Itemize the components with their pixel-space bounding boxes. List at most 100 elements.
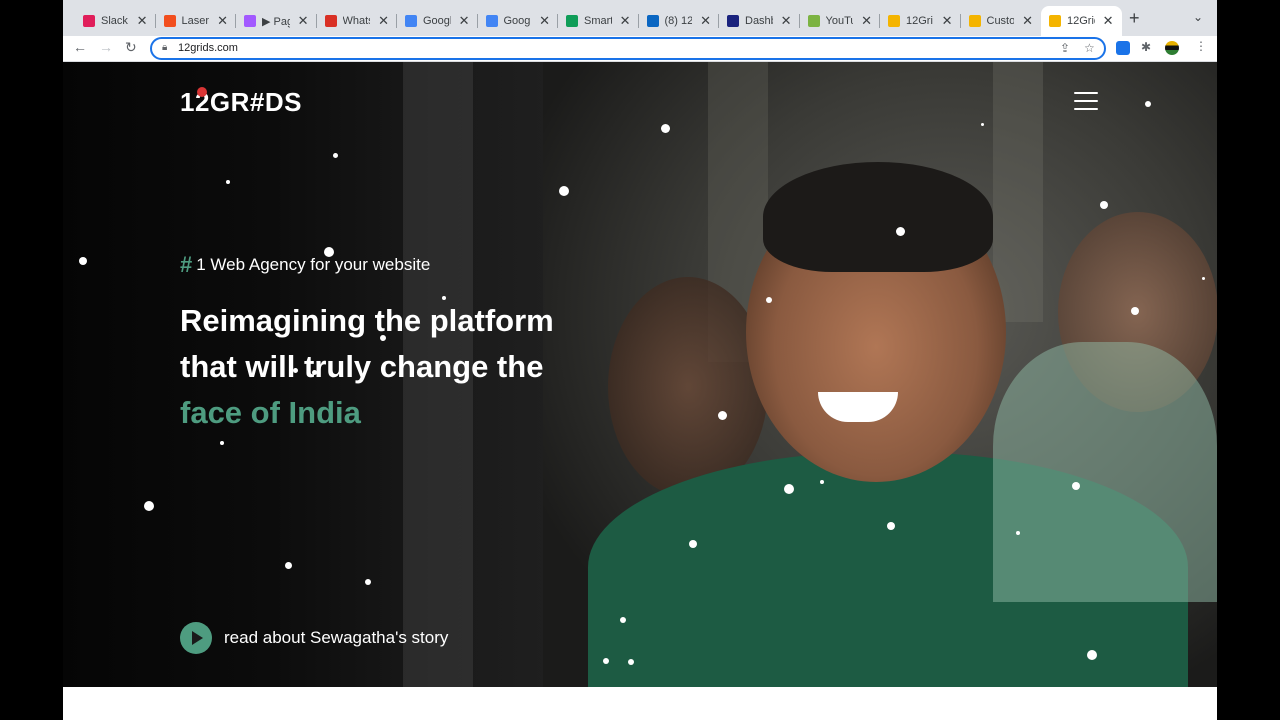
forward-arrow-icon[interactable]: →	[99, 39, 113, 55]
browser-tab[interactable]: Dashb ✕	[719, 6, 800, 36]
child-shirt-right	[993, 342, 1217, 602]
tab-label: (8) 12	[664, 15, 693, 27]
browser-toolbar: ← → ↻ 🔒︎ 12grids.com ⇪ ☆ ✱ ⋮	[63, 36, 1217, 62]
alert-icon	[324, 15, 337, 27]
browser-tab[interactable]: 12Grid ✕	[1041, 6, 1122, 36]
browser-tab[interactable]: Whats ✕	[317, 6, 397, 36]
kebab-menu-icon[interactable]: ⋮	[1195, 39, 1207, 53]
hash-icon: #	[180, 252, 193, 277]
snowflake	[333, 153, 338, 158]
url-text[interactable]: 12grids.com	[178, 42, 238, 54]
snowflake	[896, 227, 905, 236]
share-icon[interactable]: ⇪	[1060, 41, 1070, 55]
close-tab-icon[interactable]: ✕	[620, 13, 631, 29]
close-tab-icon[interactable]: ✕	[1022, 13, 1033, 29]
page-below-fold	[63, 687, 1217, 720]
snowflake	[324, 247, 334, 257]
snowflake	[144, 501, 154, 511]
tab-label: Googl	[423, 15, 451, 27]
browser-tab[interactable]: (8) 12 ✕	[639, 6, 719, 36]
story-link-text[interactable]: read about Sewagatha's story	[224, 628, 448, 648]
close-tab-icon[interactable]: ✕	[861, 13, 872, 29]
close-tab-icon[interactable]: ✕	[781, 13, 792, 29]
tab-label: Custo	[986, 15, 1015, 27]
snowflake	[887, 522, 895, 530]
google-icon	[405, 15, 417, 27]
google-icon	[485, 15, 498, 27]
puzzle-extensions-icon[interactable]: ✱	[1141, 40, 1151, 54]
linkedin-icon	[646, 15, 659, 27]
dashboard-icon	[727, 15, 739, 27]
snowflake	[312, 370, 317, 375]
avatar[interactable]	[1165, 41, 1179, 55]
close-tab-icon[interactable]: ✕	[942, 13, 953, 29]
child-hair	[763, 162, 993, 272]
browser-tab[interactable]: Laser ✕	[156, 6, 236, 36]
snowflake	[1087, 650, 1097, 660]
close-tab-icon[interactable]: ✕	[137, 13, 148, 29]
browser-tab[interactable]: 12Gri ✕	[880, 6, 961, 36]
close-tab-icon[interactable]: ✕	[378, 13, 389, 29]
reload-icon[interactable]: ↻	[125, 39, 137, 56]
12grids-icon	[968, 15, 981, 27]
snowflake	[718, 411, 727, 420]
browser-tab[interactable]: ▶ Pag ✕	[236, 6, 317, 36]
close-tab-icon[interactable]: ✕	[459, 13, 470, 29]
snowflake	[293, 368, 298, 373]
snowflake	[1072, 482, 1080, 490]
tab-label: Googl	[503, 15, 532, 27]
figma-icon	[244, 15, 256, 27]
browser-tab[interactable]: Googl ✕	[478, 6, 558, 36]
hamburger-menu-icon[interactable]	[1074, 92, 1098, 112]
bookmark-star-icon[interactable]: ☆	[1084, 41, 1095, 55]
snowflake	[1100, 201, 1108, 209]
story-link[interactable]: read about Sewagatha's story	[180, 622, 448, 654]
address-bar[interactable]: 🔒︎ 12grids.com ⇪ ☆	[150, 37, 1106, 60]
slack-icon	[83, 15, 95, 27]
sheets-icon	[566, 15, 578, 27]
browser-tab[interactable]: Smart ✕	[558, 6, 639, 36]
browser-tab[interactable]: Custo ✕	[961, 6, 1042, 36]
back-arrow-icon[interactable]: ←	[73, 39, 87, 55]
new-tab-button[interactable]: +	[1129, 8, 1140, 29]
snowflake	[285, 562, 292, 569]
browser-tab[interactable]: Slack | ✕	[75, 6, 156, 36]
tab-label: YouTu	[825, 15, 854, 27]
tab-label: ▶ Pag	[262, 15, 290, 28]
12grids-icon	[1049, 15, 1061, 27]
site-logo[interactable]: 12GR#DS	[180, 87, 302, 118]
youtube-icon	[807, 15, 820, 27]
tagline: # 1 Web Agency for your website	[180, 252, 430, 278]
lock-icon[interactable]: 🔒︎	[162, 42, 167, 53]
tab-label: Slack |	[101, 15, 129, 27]
tagline-text: 1 Web Agency for your website	[196, 255, 431, 274]
snowflake	[620, 617, 626, 623]
headline-line-2: that will truly change the	[180, 349, 544, 384]
snowflake	[79, 257, 87, 265]
snowflake	[1202, 277, 1205, 280]
close-tab-icon[interactable]: ✕	[1103, 13, 1114, 29]
snowflake	[981, 123, 984, 126]
play-icon[interactable]	[180, 622, 212, 654]
close-tab-icon[interactable]: ✕	[539, 13, 550, 29]
browser-tab[interactable]: Googl ✕	[397, 6, 478, 36]
tab-search-chevron-icon[interactable]: ⌄	[1193, 10, 1203, 24]
hero-headline: Reimagining the platform that will truly…	[180, 298, 554, 436]
tab-label: 12Gri	[906, 15, 933, 27]
tab-label: Laser	[181, 15, 210, 27]
browser-tab[interactable]: YouTu ✕	[800, 6, 880, 36]
snowflake	[220, 441, 224, 445]
logo-hat-icon	[197, 87, 207, 97]
tab-label: Whats	[342, 15, 371, 27]
snowflake	[226, 180, 230, 184]
close-tab-icon[interactable]: ✕	[217, 13, 228, 29]
snowflake	[559, 186, 569, 196]
background-pillar	[993, 62, 1043, 322]
headline-accent: face of India	[180, 395, 361, 430]
tab-label: Smart	[584, 15, 612, 27]
snowflake	[689, 540, 697, 548]
close-tab-icon[interactable]: ✕	[298, 13, 309, 29]
close-tab-icon[interactable]: ✕	[700, 13, 711, 29]
snowflake	[820, 480, 824, 484]
extension-icon[interactable]	[1116, 41, 1130, 55]
